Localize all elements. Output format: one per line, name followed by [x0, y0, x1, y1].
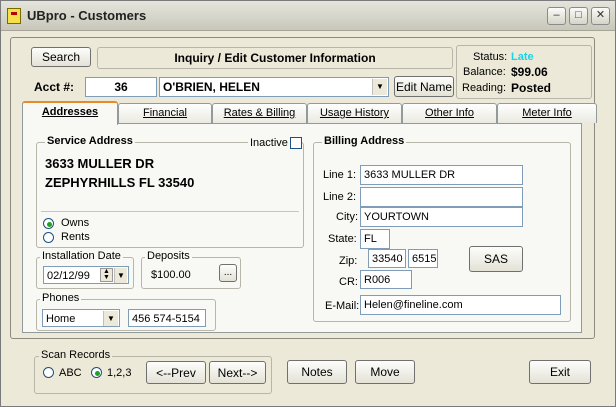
city-label: City: — [336, 211, 358, 223]
title-bar[interactable]: UBpro - Customers – □ ✕ — [1, 1, 615, 31]
spin-icon[interactable]: ▲ ▼ — [100, 268, 113, 282]
page-banner: Inquiry / Edit Customer Information — [97, 47, 453, 69]
reading-value: Posted — [511, 81, 552, 95]
phone-type-value: Home — [46, 313, 76, 325]
installation-date-value: 02/12/99 — [47, 270, 90, 282]
reading-label: Reading: — [462, 82, 507, 94]
installation-date-input[interactable]: 02/12/99 ▲ ▼ ▼ — [43, 266, 129, 284]
billing-email-input[interactable]: Helen@fineline.com — [360, 295, 561, 315]
exit-button[interactable]: Exit — [529, 360, 591, 384]
move-button[interactable]: Move — [355, 360, 415, 384]
acct-label: Acct #: — [34, 80, 75, 94]
customers-window: UBpro - Customers – □ ✕ Search Inquiry /… — [0, 0, 616, 407]
minimize-icon[interactable]: – — [547, 7, 566, 25]
deposits-value: $100.00 — [151, 269, 191, 281]
inactive-label: Inactive — [248, 137, 290, 149]
prev-label: <--Prev — [156, 365, 196, 380]
billing-line2-input[interactable] — [360, 187, 523, 207]
window-title: UBpro - Customers — [27, 8, 147, 23]
scan-123-label: 1,2,3 — [107, 367, 132, 379]
phones-title: Phones — [40, 292, 82, 304]
rents-radio[interactable] — [43, 232, 54, 243]
service-address-line1: 3633 MULLER DR — [45, 156, 155, 171]
owns-radio[interactable] — [43, 218, 54, 229]
email-label: E-Mail: — [325, 300, 360, 312]
next-label: Next--> — [217, 365, 258, 380]
service-address-title: Service Address — [45, 135, 135, 147]
tab-financial[interactable]: Financial — [118, 103, 212, 123]
cr-label: CR: — [339, 276, 358, 288]
billing-cr-input[interactable]: R006 — [360, 270, 412, 289]
tab-other-info[interactable]: Other Info — [402, 103, 497, 123]
app-icon — [7, 8, 21, 24]
scan-abc-label: ABC — [59, 367, 82, 379]
billing-address-title: Billing Address — [322, 135, 407, 147]
acct-number-input[interactable]: 36 — [85, 77, 157, 97]
phone-number-input[interactable]: 456 574-5154 — [128, 309, 206, 327]
scan-123-radio[interactable] — [91, 367, 102, 378]
customer-name-value: O'BRIEN, HELEN — [163, 80, 260, 94]
billing-city-input[interactable]: YOURTOWN — [360, 207, 523, 227]
tab-usage-history[interactable]: Usage History — [307, 103, 402, 123]
notes-button[interactable]: Notes — [287, 360, 347, 384]
zip-label: Zip: — [339, 255, 358, 267]
deposits-title: Deposits — [145, 250, 192, 262]
billing-state-input[interactable]: FL — [360, 229, 390, 249]
owns-label: Owns — [61, 217, 90, 229]
chevron-down-icon[interactable]: ▼ — [103, 311, 118, 326]
prev-button[interactable]: <--Prev — [146, 361, 206, 384]
scan-records-title: Scan Records — [39, 349, 113, 361]
rents-label: Rents — [61, 231, 90, 243]
installation-date-title: Installation Date — [40, 250, 123, 262]
state-label: State: — [328, 233, 357, 245]
search-button[interactable]: Search — [31, 47, 91, 67]
tab-rates-billing[interactable]: Rates & Billing — [212, 103, 307, 123]
billing-zip-input[interactable]: 33540 — [368, 249, 406, 268]
close-icon[interactable]: ✕ — [591, 7, 610, 25]
next-button[interactable]: Next--> — [209, 361, 266, 384]
phone-type-select[interactable]: Home ▼ — [42, 309, 120, 327]
billing-zip4-input[interactable]: 6515 — [408, 249, 438, 268]
divider — [41, 211, 299, 212]
status-label: Status: — [473, 51, 508, 63]
maximize-icon[interactable]: □ — [569, 7, 588, 25]
status-value: Late — [511, 51, 534, 63]
edit-name-button[interactable]: Edit Name — [394, 76, 454, 97]
tab-meter-info[interactable]: Meter Info — [497, 103, 597, 123]
customer-name-combo[interactable]: O'BRIEN, HELEN ▼ — [159, 77, 389, 97]
inactive-checkbox[interactable] — [290, 137, 302, 149]
deposits-more-button[interactable]: ... — [219, 264, 237, 282]
scan-abc-radio[interactable] — [43, 367, 54, 378]
line1-label: Line 1: — [323, 169, 357, 181]
billing-line1-input[interactable]: 3633 MULLER DR — [360, 165, 523, 185]
addresses-panel: Service Address Inactive 3633 MULLER DR … — [22, 123, 582, 333]
chevron-down-icon[interactable]: ▼ — [372, 79, 387, 95]
chevron-down-icon[interactable]: ▼ — [114, 268, 127, 283]
service-address-line2: ZEPHYRHILLS FL 33540 — [45, 175, 195, 190]
line2-label: Line 2: — [323, 191, 357, 203]
balance-label: Balance: — [463, 66, 506, 78]
tab-addresses[interactable]: Addresses — [22, 101, 118, 125]
balance-value: $99.06 — [511, 65, 548, 79]
sas-button[interactable]: SAS — [469, 246, 523, 272]
